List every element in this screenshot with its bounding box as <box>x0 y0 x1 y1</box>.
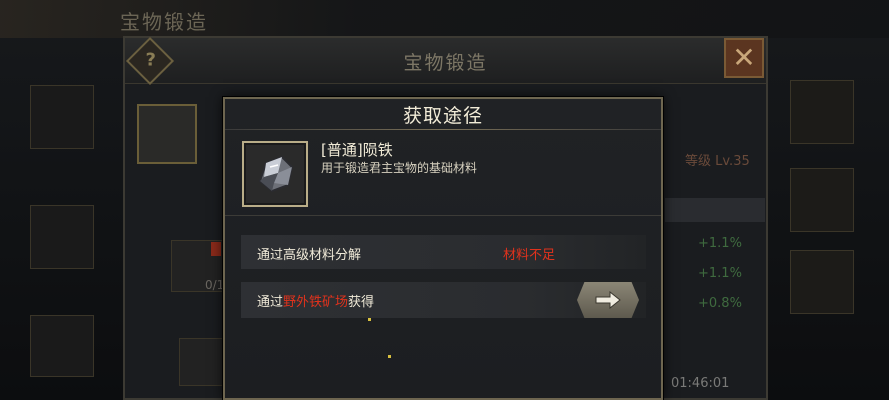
route-suffix: 获得 <box>348 295 375 310</box>
treasure-thumbnail[interactable] <box>137 104 197 164</box>
item-description: 用于锻造君主宝物的基础材料 <box>321 161 478 175</box>
section-divider <box>225 215 661 216</box>
forge-timer: 01:46:01 <box>671 376 730 391</box>
close-icon: ✕ <box>732 41 756 74</box>
left-slot-3[interactable] <box>30 315 94 377</box>
title-divider <box>225 129 661 130</box>
right-slot-1[interactable] <box>790 80 854 144</box>
alert-badge <box>211 242 221 256</box>
item-icon-frame <box>242 141 308 207</box>
stat-value-3: +0.8% <box>698 296 742 311</box>
route-location: 野外铁矿场 <box>283 295 349 310</box>
acquisition-modal: 获取途径 [普通]陨铁 用于锻造君主宝物的基础材料 通过高级材料分解 材料不足 … <box>223 97 663 400</box>
route-decompose-text: 通过高级材料分解 <box>257 248 362 263</box>
route-row-iron-mine: 通过野外铁矿场获得 <box>241 282 646 318</box>
right-slot-3[interactable] <box>790 250 854 314</box>
route-iron-mine-text: 通过野外铁矿场获得 <box>257 291 374 310</box>
left-slot-column <box>30 85 100 385</box>
close-button[interactable]: ✕ <box>724 38 764 78</box>
go-button[interactable] <box>577 282 639 318</box>
screen-title: 宝物锻造 <box>120 10 208 34</box>
right-slot-2[interactable] <box>790 168 854 232</box>
route-decompose-status: 材料不足 <box>503 248 556 263</box>
stat-value-1: +1.1% <box>698 236 742 251</box>
item-quality: [普通] <box>321 141 363 159</box>
route-prefix: 通过 <box>257 295 284 310</box>
modal-title: 获取途径 <box>402 105 483 127</box>
item-title: 陨铁 <box>362 141 393 159</box>
left-slot-2[interactable] <box>30 205 94 269</box>
stat-value-2: +1.1% <box>698 266 742 281</box>
material-count: 0/1 <box>205 278 225 292</box>
stats-header-stripe <box>665 198 765 222</box>
forge-panel-title: 宝物锻造 <box>403 52 488 74</box>
meteorite-slot[interactable] <box>179 338 227 386</box>
arrow-right-icon <box>595 291 621 309</box>
meteorite-ore-icon <box>258 155 294 193</box>
forge-panel-header: ? 宝物锻造 ✕ <box>125 36 766 86</box>
route-row-decompose: 通过高级材料分解 材料不足 <box>241 235 646 269</box>
sparkle-dot-1 <box>368 318 371 321</box>
level-requirement: 等级 Lv.35 <box>685 154 750 169</box>
left-slot-1[interactable] <box>30 85 94 149</box>
item-name: [普通]陨铁 <box>321 139 393 160</box>
sparkle-dot-2 <box>388 355 391 358</box>
